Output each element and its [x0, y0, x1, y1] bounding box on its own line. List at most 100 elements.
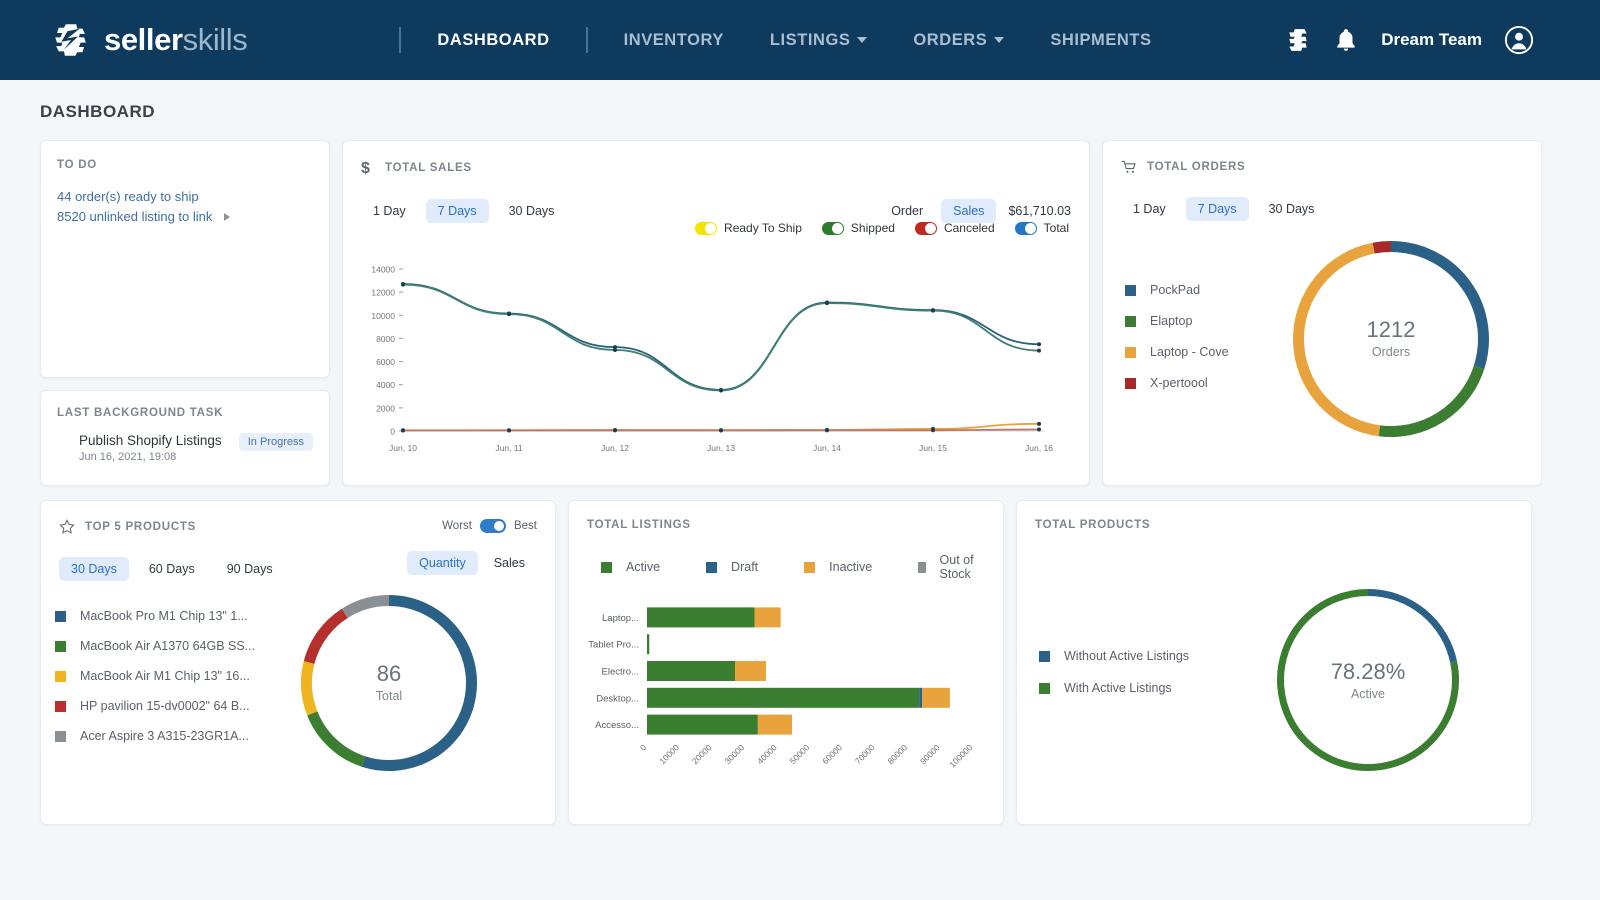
legend-item[interactable]: With Active Listings — [1039, 681, 1189, 695]
svg-text:6000: 6000 — [376, 357, 395, 367]
top-range-60days[interactable]: 60 Days — [137, 557, 207, 581]
legend-label: With Active Listings — [1064, 681, 1172, 695]
background-task-title: LAST BACKGROUND TASK — [57, 407, 313, 419]
legend-item[interactable]: Acer Aspire 3 A315-23GR1A... — [55, 729, 255, 743]
orders-range-7days[interactable]: 7 Days — [1186, 197, 1249, 221]
legend-swatch — [918, 562, 925, 573]
legend-label: HP pavilion 15-dv0002" 64 B... — [80, 699, 250, 713]
worst-best-toggle[interactable] — [480, 519, 506, 533]
legend-item[interactable]: Laptop - Cove — [1125, 345, 1229, 359]
sync-icon[interactable] — [1285, 27, 1311, 53]
svg-text:$: $ — [361, 160, 371, 177]
worst-label: Worst — [442, 520, 472, 532]
legend-item[interactable]: HP pavilion 15-dv0002" 64 B... — [55, 699, 255, 713]
sales-range-30days[interactable]: 30 Days — [497, 199, 567, 223]
svg-text:Accesso...: Accesso... — [595, 720, 639, 731]
legend-swatch — [1125, 378, 1136, 389]
sales-range-7days[interactable]: 7 Days — [426, 199, 489, 223]
top-range-30days[interactable]: 30 Days — [59, 557, 129, 581]
toggle-total[interactable]: Total — [1015, 221, 1069, 235]
top-metric-sales[interactable]: Sales — [482, 551, 537, 575]
legend-item[interactable]: Out of Stock — [918, 553, 985, 581]
legend-label: MacBook Air A1370 64GB SS... — [80, 639, 255, 653]
top-range-90days[interactable]: 90 Days — [215, 557, 285, 581]
sales-metric-sales[interactable]: Sales — [941, 199, 996, 223]
svg-text:Tablet Pro...: Tablet Pro... — [588, 640, 639, 651]
brand-logo[interactable]: sellerskills — [50, 19, 247, 61]
background-task-card: LAST BACKGROUND TASK Publish Shopify Lis… — [40, 390, 330, 486]
svg-text:Jun, 16: Jun, 16 — [1025, 443, 1053, 453]
toggle-ready-to-ship[interactable]: Ready To Ship — [695, 221, 802, 235]
top-products-donut-wrap: 86 Total — [299, 593, 479, 773]
legend-label: PockPad — [1150, 283, 1200, 297]
svg-text:4000: 4000 — [376, 380, 395, 390]
toggle-label: Canceled — [944, 221, 995, 235]
legend-item[interactable]: Elaptop — [1125, 314, 1229, 328]
star-icon — [59, 519, 75, 535]
legend-item[interactable]: Without Active Listings — [1039, 649, 1189, 663]
dollar-icon: $ — [361, 159, 375, 177]
legend-item[interactable]: X-pertoool — [1125, 376, 1229, 390]
legend-item[interactable]: MacBook Air M1 Chip 13" 16... — [55, 669, 255, 683]
svg-text:Jun, 11: Jun, 11 — [495, 443, 523, 453]
nav-label-orders: ORDERS — [913, 31, 987, 50]
total-sales-header: $ TOTAL SALES — [361, 159, 1071, 177]
nav-item-shipments[interactable]: SHIPMENTS — [1036, 25, 1165, 56]
legend-label: Without Active Listings — [1064, 649, 1189, 663]
legend-item[interactable]: MacBook Air A1370 64GB SS... — [55, 639, 255, 653]
bell-icon[interactable] — [1333, 27, 1359, 53]
legend-item[interactable]: Active — [601, 553, 660, 581]
nav-item-inventory[interactable]: INVENTORY — [610, 25, 738, 56]
svg-text:70000: 70000 — [853, 742, 877, 766]
top-metric-quantity[interactable]: Quantity — [407, 551, 478, 575]
orders-center-label: Orders — [1291, 345, 1491, 359]
svg-text:60000: 60000 — [820, 742, 844, 766]
legend-item[interactable]: MacBook Pro M1 Chip 13" 1... — [55, 609, 255, 623]
legend-label: X-pertoool — [1150, 376, 1208, 390]
legend-item[interactable]: PockPad — [1125, 283, 1229, 297]
todo-item-unlinked-listings[interactable]: 8520 unlinked listing to link — [57, 209, 313, 224]
toggle-switch — [1015, 222, 1037, 235]
orders-range-1day[interactable]: 1 Day — [1121, 197, 1178, 221]
sales-metric-order[interactable]: Order — [879, 199, 935, 223]
header-actions: Dream Team — [1285, 25, 1572, 55]
products-donut-wrap: 78.28% Active — [1275, 587, 1461, 773]
top-products-legend: MacBook Pro M1 Chip 13" 1... MacBook Air… — [55, 609, 255, 743]
legend-swatch — [1125, 285, 1136, 296]
toggle-shipped[interactable]: Shipped — [822, 221, 895, 235]
legend-swatch — [55, 641, 66, 652]
legend-label: Acer Aspire 3 A315-23GR1A... — [80, 729, 249, 743]
svg-text:30000: 30000 — [722, 742, 746, 766]
top-navigation-bar: sellerskills DASHBOARD INVENTORY LISTING… — [0, 0, 1600, 80]
todo-card: TO DO 44 order(s) ready to ship 8520 unl… — [40, 140, 330, 378]
todo-list: 44 order(s) ready to ship 8520 unlinked … — [57, 189, 313, 224]
products-donut-center: 78.28% Active — [1275, 659, 1461, 701]
top-center-label: Total — [299, 689, 479, 703]
orders-range-30days[interactable]: 30 Days — [1257, 197, 1327, 221]
svg-text:0: 0 — [638, 742, 649, 753]
nav-item-dashboard[interactable]: DASHBOARD — [423, 25, 563, 56]
user-name[interactable]: Dream Team — [1381, 30, 1482, 50]
main-nav: DASHBOARD INVENTORY LISTINGS ORDERS SHIP… — [377, 25, 1165, 56]
todo-item-orders-ready[interactable]: 44 order(s) ready to ship — [57, 189, 313, 204]
nav-item-orders[interactable]: ORDERS — [899, 25, 1018, 56]
brand-light: skills — [183, 22, 248, 57]
total-listings-bar-chart: Laptop...Tablet Pro...Electro...Desktop.… — [579, 596, 989, 796]
toggle-switch — [915, 222, 937, 235]
orders-range-group: 1 Day 7 Days 30 Days — [1121, 197, 1523, 221]
legend-label: Elaptop — [1150, 314, 1192, 328]
user-avatar-icon[interactable] — [1504, 25, 1534, 55]
todo-item-label: 44 order(s) ready to ship — [57, 189, 199, 204]
toggle-canceled[interactable]: Canceled — [915, 221, 995, 235]
svg-text:Jun, 12: Jun, 12 — [601, 443, 629, 453]
background-task-row: Publish Shopify Listings Jun 16, 2021, 1… — [57, 433, 313, 463]
legend-item[interactable]: Draft — [706, 553, 758, 581]
nav-item-listings[interactable]: LISTINGS — [756, 25, 882, 56]
sales-range-1day[interactable]: 1 Day — [361, 199, 418, 223]
legend-item[interactable]: Inactive — [804, 553, 872, 581]
background-task-time: Jun 16, 2021, 19:08 — [79, 451, 222, 463]
top-center-value: 86 — [299, 661, 479, 687]
background-task-name: Publish Shopify Listings — [79, 433, 222, 448]
dashboard-row-bottom: TOP 5 PRODUCTS Worst Best 30 Days 60 Day… — [40, 500, 1560, 825]
total-sales-title: TOTAL SALES — [385, 162, 472, 174]
